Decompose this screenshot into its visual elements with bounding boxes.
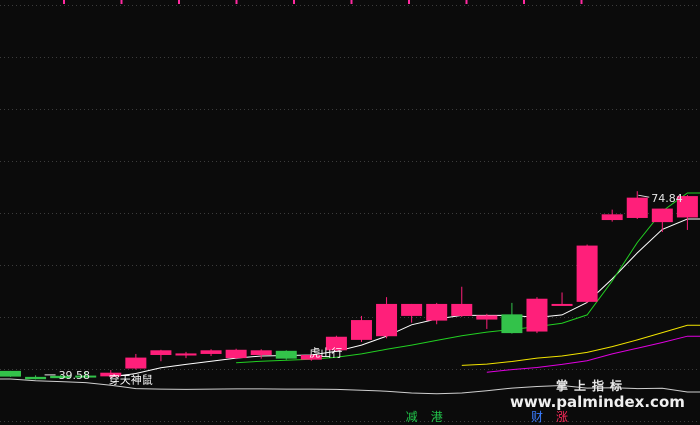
candle-up (626, 197, 648, 218)
watermark-line2: www.palmindex.com (510, 393, 685, 411)
top-tick (120, 0, 123, 4)
bottom-tag-gang: 港 (431, 410, 443, 424)
top-tick (523, 0, 525, 4)
candle-down (25, 376, 47, 380)
candle-up (376, 303, 398, 337)
candle-up (125, 357, 147, 369)
candle-up (225, 349, 247, 359)
candle-up (250, 350, 272, 355)
candle-up (200, 350, 222, 354)
candle-up (401, 303, 423, 316)
candle-down (501, 314, 523, 334)
top-tick (465, 0, 468, 4)
candle-down (275, 350, 297, 359)
top-tick (408, 0, 410, 4)
candle-up (551, 303, 573, 306)
candle-up (576, 245, 598, 302)
high-price-label: 74.84 (651, 192, 683, 205)
watermark-line1: 掌上指标 (556, 378, 628, 393)
pattern-label-chuan-tian-shen-shu: 穿天神鼠 (109, 372, 153, 386)
candle-up (350, 320, 372, 340)
candle-up (651, 208, 673, 223)
candle-up (175, 353, 197, 356)
candle-up (476, 315, 498, 320)
candle-up (451, 303, 473, 316)
low-price-label: 39.58 (59, 369, 91, 382)
bottom-tag-jian: 减 (406, 410, 418, 424)
candle-up (601, 214, 623, 221)
candle-down (0, 370, 21, 377)
pattern-label-hu-shan-xing: 虎山行 (309, 346, 342, 359)
top-tick (63, 0, 65, 4)
top-tick (580, 0, 583, 4)
top-tick (293, 0, 295, 4)
bottom-tag-cai: 财 (531, 410, 543, 424)
top-tick (178, 0, 180, 4)
candle-up (526, 298, 548, 332)
stock-chart: 74.84 39.58 穿天神鼠 虎山行 掌上指标 www.palmindex.… (0, 0, 700, 425)
top-tick (235, 0, 238, 4)
candle-up (426, 303, 448, 321)
top-tick (350, 0, 353, 4)
chart-background (0, 0, 700, 425)
candle-up (150, 350, 172, 355)
bottom-tag-zhang: 涨 (556, 409, 568, 424)
